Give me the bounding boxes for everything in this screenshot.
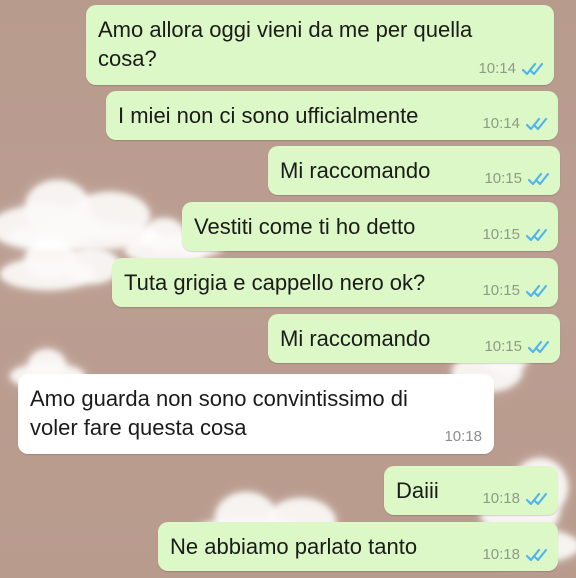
- message-text: Tuta grigia e cappello nero ok?: [124, 270, 426, 295]
- message-bubble-received[interactable]: Amo guarda non sono convintissimo di vol…: [18, 374, 494, 454]
- message-bubble-sent[interactable]: Ne abbiamo parlato tanto 10:18: [158, 522, 558, 571]
- message-bubble-sent[interactable]: Daiii 10:18: [384, 466, 558, 515]
- message-meta: 10:15: [484, 339, 550, 354]
- message-time: 10:14: [482, 115, 520, 132]
- message-meta: 10:18: [482, 491, 548, 506]
- message-meta: 10:18: [482, 547, 548, 562]
- message-meta: 10:15: [484, 171, 550, 186]
- chat-thread: Amo allora oggi vieni da me per quella c…: [0, 0, 576, 578]
- message-time: 10:15: [482, 282, 520, 299]
- message-text: I miei non ci sono ufficialmente: [118, 103, 419, 128]
- double-check-icon: [528, 340, 550, 354]
- double-check-icon: [522, 62, 544, 76]
- message-text: Amo allora oggi vieni da me per quella c…: [98, 17, 473, 71]
- message-time: 10:15: [482, 226, 520, 243]
- double-check-icon: [526, 117, 548, 131]
- message-text: Amo guarda non sono convintissimo di vol…: [30, 386, 408, 440]
- message-meta: 10:18: [444, 429, 482, 444]
- message-time: 10:14: [478, 60, 516, 77]
- message-time: 10:15: [484, 170, 522, 187]
- double-check-icon: [528, 172, 550, 186]
- message-bubble-sent[interactable]: Amo allora oggi vieni da me per quella c…: [86, 5, 554, 85]
- message-time: 10:18: [482, 490, 520, 507]
- message-meta: 10:15: [482, 227, 548, 242]
- message-meta: 10:15: [482, 283, 548, 298]
- message-bubble-sent[interactable]: Mi raccomando 10:15: [268, 314, 560, 363]
- double-check-icon: [526, 492, 548, 506]
- message-bubble-sent[interactable]: Vestiti come ti ho detto 10:15: [182, 202, 558, 251]
- message-bubble-sent[interactable]: Tuta grigia e cappello nero ok? 10:15: [112, 258, 558, 307]
- double-check-icon: [526, 548, 548, 562]
- message-time: 10:15: [484, 338, 522, 355]
- double-check-icon: [526, 284, 548, 298]
- message-bubble-sent[interactable]: I miei non ci sono ufficialmente 10:14: [106, 91, 558, 140]
- message-time: 10:18: [482, 546, 520, 563]
- message-meta: 10:14: [478, 61, 544, 76]
- double-check-icon: [526, 228, 548, 242]
- message-meta: 10:14: [482, 116, 548, 131]
- message-time: 10:18: [444, 428, 482, 445]
- message-bubble-sent[interactable]: Mi raccomando 10:15: [268, 146, 560, 195]
